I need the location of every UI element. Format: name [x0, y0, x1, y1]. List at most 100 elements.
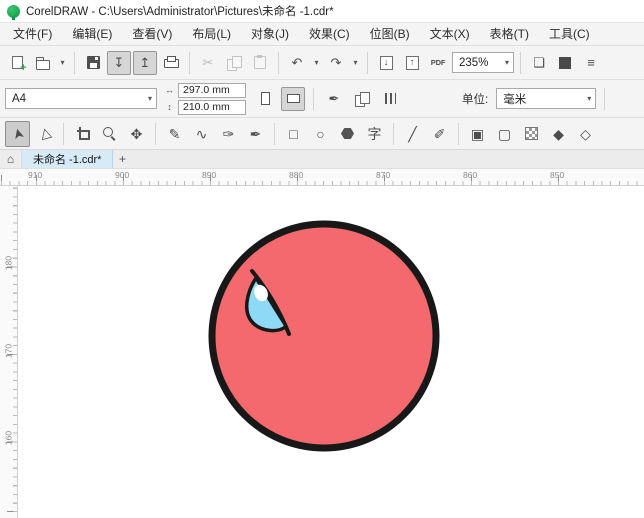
red-circle-shape[interactable]	[212, 224, 436, 448]
menu-item-8[interactable]: 文本(X)	[420, 23, 480, 45]
pick-icon: ➤	[9, 126, 26, 141]
nudge-offset-button[interactable]	[378, 87, 402, 111]
outline-pen-icon: ✐	[434, 127, 446, 141]
page-size-combo[interactable]: A4 ▾	[5, 88, 157, 109]
transparency-tool[interactable]	[519, 121, 544, 147]
landscape-icon	[287, 94, 300, 103]
redo-dropdown[interactable]: ▾	[350, 58, 361, 67]
shape-tool[interactable]: ▷	[32, 121, 57, 147]
line-tool[interactable]: ╱	[400, 121, 425, 147]
pan-tool[interactable]: ✥	[124, 121, 149, 147]
chevron-down-icon: ▾	[587, 94, 591, 103]
text-tool[interactable]: 字	[362, 121, 387, 147]
rectangle-tool[interactable]: □	[281, 121, 306, 147]
options-button[interactable]: ≡	[579, 51, 603, 75]
page-settings-button[interactable]: ✒	[322, 87, 346, 111]
print-button[interactable]	[159, 51, 183, 75]
separator	[63, 123, 64, 145]
fullscreen-preview-button[interactable]: ❏	[527, 51, 551, 75]
crop-icon	[76, 127, 90, 141]
freehand-tool[interactable]: ✎	[162, 121, 187, 147]
canvas[interactable]	[18, 186, 644, 518]
zoom-tool[interactable]	[97, 121, 122, 147]
outline-pen-tool[interactable]: ✐	[427, 121, 452, 147]
export-button[interactable]: ↑	[400, 51, 424, 75]
separator	[278, 52, 279, 74]
paste-button[interactable]	[248, 51, 272, 75]
polygon-tool[interactable]	[335, 121, 360, 147]
vertical-ruler[interactable]: 180170160	[0, 186, 18, 518]
home-tab[interactable]: ⌂	[0, 150, 22, 168]
page-height-icon: ↕	[164, 102, 175, 112]
menu-item-2[interactable]: 编辑(E)	[62, 23, 122, 45]
crop-tool[interactable]	[70, 121, 95, 147]
menu-item-9[interactable]: 表格(T)	[480, 23, 539, 45]
show-page-border-icon	[559, 57, 571, 69]
cloud-download-button[interactable]: ↧	[107, 51, 131, 75]
ruler-label: 900	[115, 170, 129, 180]
redo-button[interactable]: ↷	[324, 51, 348, 75]
pen-tool[interactable]: ✒	[243, 121, 268, 147]
line-icon: ╱	[408, 127, 416, 141]
pick-tool[interactable]: ➤	[5, 121, 30, 147]
new-document-button[interactable]	[5, 51, 29, 75]
menu-item-7[interactable]: 位图(B)	[360, 23, 420, 45]
artistic-media-tool[interactable]: ✑	[216, 121, 241, 147]
standard-toolbar: ▾↧↥✂↶▾↷▾↓↑PDF235%▾❏≡	[0, 45, 644, 79]
copy-button[interactable]	[222, 51, 246, 75]
undo-dropdown[interactable]: ▾	[311, 58, 322, 67]
copy-icon	[227, 56, 241, 69]
page-dimensions-group: ↔ 297.0 mm ↕ 210.0 mm	[164, 83, 246, 115]
smart-fill-tool[interactable]: ▢	[492, 121, 517, 147]
undo-button[interactable]: ↶	[285, 51, 309, 75]
all-pages-button[interactable]	[350, 87, 374, 111]
page-width-field[interactable]: 297.0 mm	[178, 83, 246, 98]
show-page-border-button[interactable]	[553, 51, 577, 75]
drawing-area[interactable]	[18, 186, 644, 518]
save-icon	[87, 56, 100, 69]
menu-item-5[interactable]: 对象(J)	[241, 23, 299, 45]
print-icon	[164, 56, 178, 69]
cut-button[interactable]: ✂	[196, 51, 220, 75]
import-icon: ↓	[380, 56, 393, 70]
open-dropdown[interactable]: ▾	[57, 58, 68, 67]
import-button[interactable]: ↓	[374, 51, 398, 75]
rectangle-icon: □	[289, 127, 297, 141]
new-tab-button[interactable]: +	[113, 150, 131, 168]
ellipse-tool[interactable]: ○	[308, 121, 333, 147]
chevron-down-icon: ▾	[148, 94, 152, 103]
document-tab[interactable]: 未命名 -1.cdr*	[22, 150, 113, 168]
separator	[189, 52, 190, 74]
ruler-label: 910	[28, 170, 42, 180]
portrait-button[interactable]	[253, 87, 277, 111]
bars-icon	[385, 93, 396, 104]
pdf-button[interactable]: PDF	[426, 51, 450, 75]
open-button[interactable]	[31, 51, 55, 75]
horizontal-ruler[interactable]: 910900890880870860850	[0, 168, 644, 186]
page-height-field[interactable]: 210.0 mm	[178, 100, 246, 115]
menu-item-4[interactable]: 布局(L)	[182, 23, 241, 45]
ruler-label: 870	[376, 170, 390, 180]
title-bar: CorelDRAW - C:\Users\Administrator\Pictu…	[0, 0, 644, 22]
ruler-label: 160	[4, 431, 14, 446]
menu-item-3[interactable]: 查看(V)	[122, 23, 182, 45]
options-icon: ≡	[587, 56, 595, 69]
landscape-button[interactable]	[281, 87, 305, 111]
menu-item-10[interactable]: 工具(C)	[539, 23, 600, 45]
separator	[393, 123, 394, 145]
cut-icon: ✂	[203, 56, 214, 69]
menu-item-6[interactable]: 效果(C)	[299, 23, 360, 45]
outline-tool[interactable]: ◇	[573, 121, 598, 147]
units-combo[interactable]: 毫米 ▾	[496, 88, 596, 109]
save-button[interactable]	[81, 51, 105, 75]
home-icon: ⌂	[7, 152, 14, 166]
separator	[274, 123, 275, 145]
fill-tool[interactable]: ◆	[546, 121, 571, 147]
ruler-label: 860	[463, 170, 477, 180]
cloud-upload-button[interactable]: ↥	[133, 51, 157, 75]
bezier-tool[interactable]: ∿	[189, 121, 214, 147]
zoom-level-combo[interactable]: 235%▾	[452, 52, 514, 73]
interactive-fill-tool[interactable]: ▣	[465, 121, 490, 147]
menu-item-1[interactable]: 文件(F)	[3, 23, 62, 45]
cloud-upload-icon: ↥	[140, 56, 151, 69]
